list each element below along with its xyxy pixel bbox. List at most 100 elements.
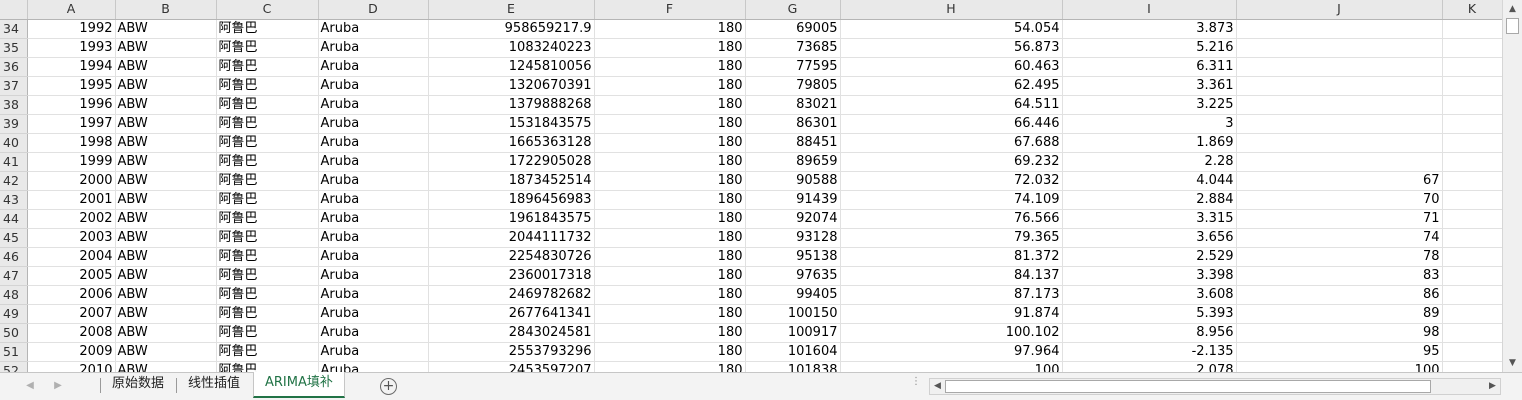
cell-i-value[interactable]: 1.869 bbox=[1062, 133, 1237, 153]
cell-g-value[interactable]: 91439 bbox=[745, 190, 841, 210]
row-header[interactable]: 44 bbox=[0, 209, 28, 229]
cell-f-value[interactable]: 180 bbox=[594, 19, 746, 39]
select-all-corner[interactable] bbox=[0, 0, 28, 20]
cell-e-value[interactable]: 2453597207 bbox=[428, 361, 595, 372]
row-header[interactable]: 34 bbox=[0, 19, 28, 39]
cell-year[interactable]: 2002 bbox=[27, 209, 116, 229]
cell-g-value[interactable]: 93128 bbox=[745, 228, 841, 248]
cell-f-value[interactable]: 180 bbox=[594, 171, 746, 191]
cell-country-code[interactable]: ABW bbox=[115, 152, 217, 172]
column-header-j[interactable]: J bbox=[1236, 0, 1443, 20]
cell-country-name-cn[interactable]: 阿鲁巴 bbox=[216, 133, 319, 153]
cell-e-value[interactable]: 1245810056 bbox=[428, 57, 595, 77]
cell-f-value[interactable]: 180 bbox=[594, 38, 746, 58]
cell-h-value[interactable]: 100.102 bbox=[840, 323, 1063, 343]
cell-country-code[interactable]: ABW bbox=[115, 171, 217, 191]
cell-f-value[interactable]: 180 bbox=[594, 228, 746, 248]
row-header[interactable]: 35 bbox=[0, 38, 28, 58]
cell-year[interactable]: 1998 bbox=[27, 133, 116, 153]
cell-country-code[interactable]: ABW bbox=[115, 304, 217, 324]
cell-country-name-en[interactable]: Aruba bbox=[318, 247, 429, 267]
sheet-next-icon[interactable]: ▶ bbox=[50, 379, 66, 393]
cell-country-name-cn[interactable]: 阿鲁巴 bbox=[216, 247, 319, 267]
cell-country-code[interactable]: ABW bbox=[115, 190, 217, 210]
cell-f-value[interactable]: 180 bbox=[594, 342, 746, 362]
worksheet-grid[interactable]: A B C D E F G H I J K 34 1992 ABW 阿鲁巴 Aruba 9… bbox=[0, 0, 1502, 372]
cell-j-value[interactable] bbox=[1236, 152, 1443, 172]
cell-year[interactable]: 1996 bbox=[27, 95, 116, 115]
cell-country-name-en[interactable]: Aruba bbox=[318, 323, 429, 343]
cell-f-value[interactable]: 180 bbox=[594, 266, 746, 286]
cell-k-value[interactable] bbox=[1442, 152, 1502, 172]
cell-g-value[interactable]: 89659 bbox=[745, 152, 841, 172]
row-header[interactable]: 43 bbox=[0, 190, 28, 210]
cell-f-value[interactable]: 180 bbox=[594, 95, 746, 115]
cell-country-name-cn[interactable]: 阿鲁巴 bbox=[216, 152, 319, 172]
cell-country-name-cn[interactable]: 阿鲁巴 bbox=[216, 323, 319, 343]
cell-j-value[interactable] bbox=[1236, 76, 1443, 96]
cell-j-value[interactable] bbox=[1236, 114, 1443, 134]
cell-e-value[interactable]: 958659217.9 bbox=[428, 19, 595, 39]
cell-country-name-cn[interactable]: 阿鲁巴 bbox=[216, 266, 319, 286]
cell-country-code[interactable]: ABW bbox=[115, 285, 217, 305]
cell-g-value[interactable]: 90588 bbox=[745, 171, 841, 191]
cell-year[interactable]: 2007 bbox=[27, 304, 116, 324]
column-header-d[interactable]: D bbox=[318, 0, 429, 20]
cell-h-value[interactable]: 81.372 bbox=[840, 247, 1063, 267]
cell-j-value[interactable]: 78 bbox=[1236, 247, 1443, 267]
cell-e-value[interactable]: 2254830726 bbox=[428, 247, 595, 267]
cell-h-value[interactable]: 84.137 bbox=[840, 266, 1063, 286]
cell-h-value[interactable]: 67.688 bbox=[840, 133, 1063, 153]
cell-g-value[interactable]: 88451 bbox=[745, 133, 841, 153]
cell-k-value[interactable] bbox=[1442, 19, 1502, 39]
cell-country-name-cn[interactable]: 阿鲁巴 bbox=[216, 228, 319, 248]
cell-k-value[interactable] bbox=[1442, 361, 1502, 372]
row-header[interactable]: 47 bbox=[0, 266, 28, 286]
cell-k-value[interactable] bbox=[1442, 323, 1502, 343]
cell-k-value[interactable] bbox=[1442, 285, 1502, 305]
cell-country-code[interactable]: ABW bbox=[115, 266, 217, 286]
cell-f-value[interactable]: 180 bbox=[594, 209, 746, 229]
cell-e-value[interactable]: 1722905028 bbox=[428, 152, 595, 172]
cell-h-value[interactable]: 97.964 bbox=[840, 342, 1063, 362]
cell-i-value[interactable]: 5.216 bbox=[1062, 38, 1237, 58]
cell-country-name-en[interactable]: Aruba bbox=[318, 190, 429, 210]
cell-country-name-cn[interactable]: 阿鲁巴 bbox=[216, 38, 319, 58]
cell-k-value[interactable] bbox=[1442, 266, 1502, 286]
cell-year[interactable]: 2010 bbox=[27, 361, 116, 372]
scroll-right-icon[interactable]: ▶ bbox=[1486, 380, 1499, 393]
cell-country-name-en[interactable]: Aruba bbox=[318, 266, 429, 286]
cell-country-name-en[interactable]: Aruba bbox=[318, 152, 429, 172]
cell-f-value[interactable]: 180 bbox=[594, 57, 746, 77]
cell-country-name-cn[interactable]: 阿鲁巴 bbox=[216, 19, 319, 39]
cell-g-value[interactable]: 100917 bbox=[745, 323, 841, 343]
cell-country-code[interactable]: ABW bbox=[115, 95, 217, 115]
cell-country-name-en[interactable]: Aruba bbox=[318, 342, 429, 362]
cell-g-value[interactable]: 95138 bbox=[745, 247, 841, 267]
cell-country-code[interactable]: ABW bbox=[115, 38, 217, 58]
cell-j-value[interactable] bbox=[1236, 95, 1443, 115]
cell-f-value[interactable]: 180 bbox=[594, 304, 746, 324]
cell-k-value[interactable] bbox=[1442, 133, 1502, 153]
column-header-h[interactable]: H bbox=[840, 0, 1063, 20]
cell-year[interactable]: 2009 bbox=[27, 342, 116, 362]
cell-i-value[interactable]: 5.393 bbox=[1062, 304, 1237, 324]
cell-e-value[interactable]: 1896456983 bbox=[428, 190, 595, 210]
cell-f-value[interactable]: 180 bbox=[594, 114, 746, 134]
cell-e-value[interactable]: 1873452514 bbox=[428, 171, 595, 191]
cell-country-name-cn[interactable]: 阿鲁巴 bbox=[216, 171, 319, 191]
cell-year[interactable]: 2008 bbox=[27, 323, 116, 343]
cell-j-value[interactable]: 98 bbox=[1236, 323, 1443, 343]
cell-country-name-en[interactable]: Aruba bbox=[318, 76, 429, 96]
cell-k-value[interactable] bbox=[1442, 342, 1502, 362]
cell-g-value[interactable]: 100150 bbox=[745, 304, 841, 324]
sheet-prev-icon[interactable]: ◀ bbox=[22, 379, 38, 393]
cell-i-value[interactable]: 2.078 bbox=[1062, 361, 1237, 372]
cell-year[interactable]: 1994 bbox=[27, 57, 116, 77]
cell-i-value[interactable]: 4.044 bbox=[1062, 171, 1237, 191]
cell-j-value[interactable]: 71 bbox=[1236, 209, 1443, 229]
cell-h-value[interactable]: 76.566 bbox=[840, 209, 1063, 229]
cell-e-value[interactable]: 2360017318 bbox=[428, 266, 595, 286]
cell-e-value[interactable]: 1083240223 bbox=[428, 38, 595, 58]
sheet-tab-arima-fill[interactable]: ARIMA填补 bbox=[253, 372, 345, 398]
